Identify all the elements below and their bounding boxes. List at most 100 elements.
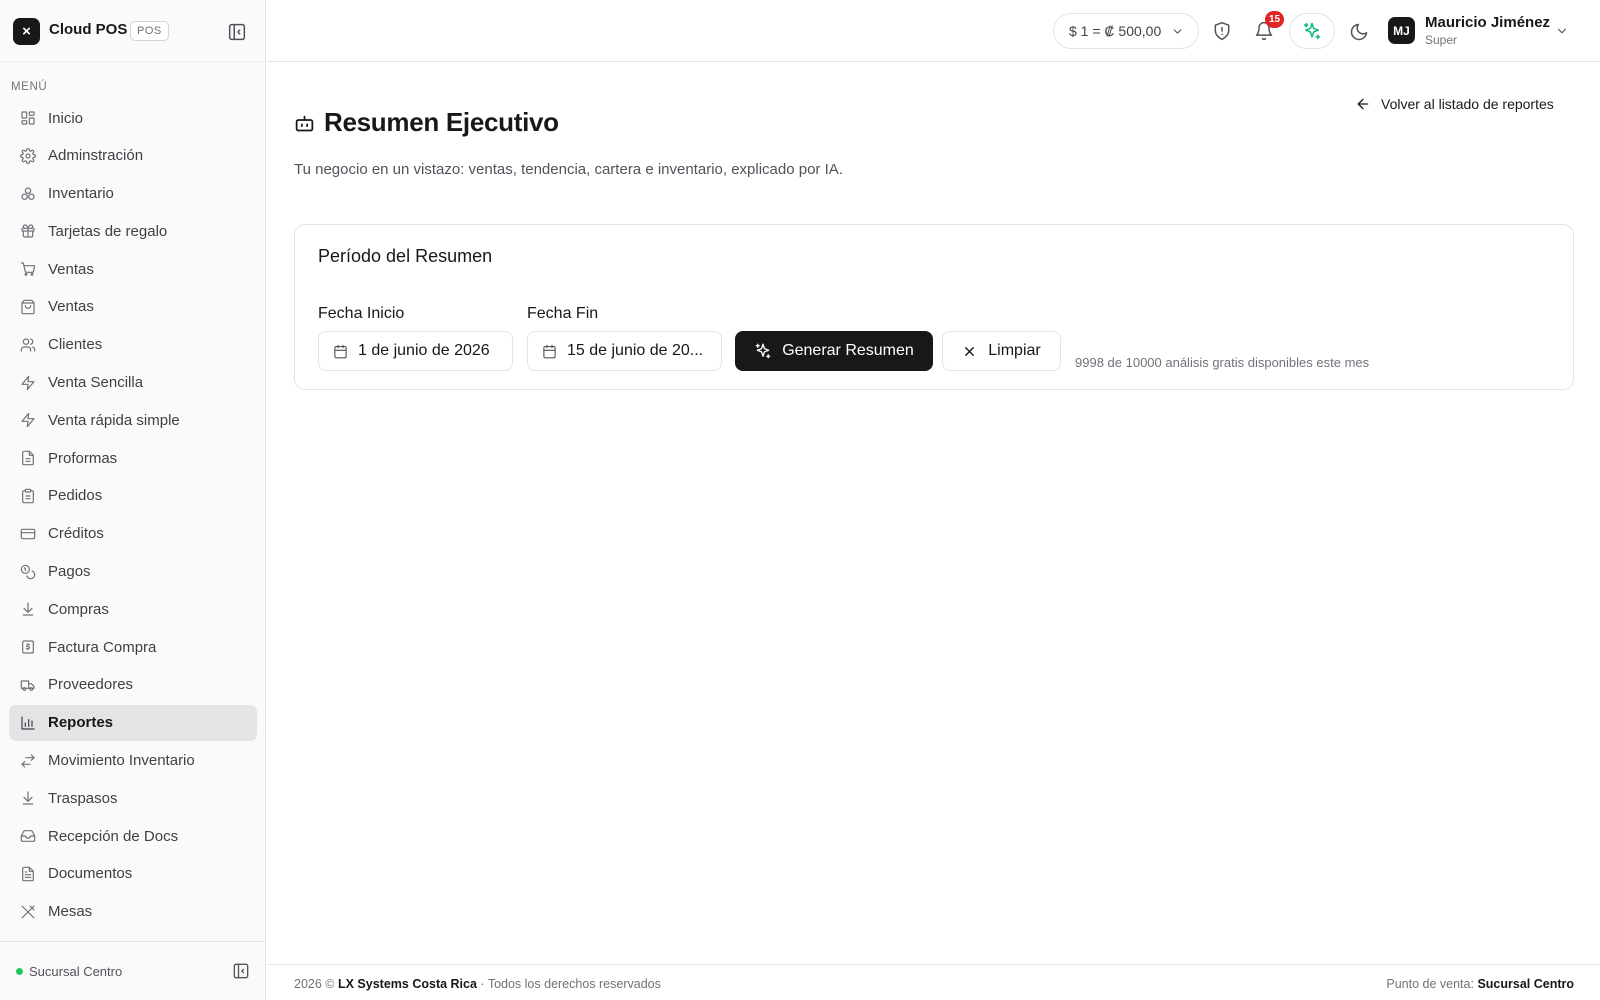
inbox-icon bbox=[20, 830, 36, 843]
sidebar-item-factura-compra[interactable]: Factura Compra bbox=[9, 629, 257, 665]
top-bar: $ 1 = ₡ 500,00 15 MJ Mauricio Jiménez Su… bbox=[267, 0, 1600, 62]
sidebar-item-label: Inventario bbox=[48, 185, 114, 203]
sidebar-item-label: Mesas bbox=[48, 903, 93, 921]
sidebar-footer: Sucursal Centro bbox=[0, 941, 266, 1000]
sidebar-item-venta-sencilla[interactable]: Venta Sencilla bbox=[9, 365, 257, 401]
sidebar-toggle-icon[interactable] bbox=[226, 21, 248, 43]
boxes-icon bbox=[21, 186, 35, 200]
avatar[interactable]: MJ bbox=[1388, 17, 1415, 44]
analysis-quota-text: 9998 de 10000 análisis gratis disponible… bbox=[1075, 355, 1370, 370]
ai-assistant-button[interactable] bbox=[1289, 13, 1335, 49]
sidebar-item-label: Ventas bbox=[48, 260, 94, 278]
generate-summary-button[interactable]: Generar Resumen bbox=[735, 331, 933, 371]
truck-icon bbox=[20, 680, 35, 691]
document-icon bbox=[22, 866, 34, 882]
bot-icon bbox=[295, 115, 314, 132]
user-name[interactable]: Mauricio Jiménez bbox=[1425, 14, 1550, 31]
sidebar-item-creditos[interactable]: Créditos bbox=[9, 516, 257, 552]
file-icon bbox=[22, 450, 34, 466]
sidebar-item-label: Adminstración bbox=[48, 147, 144, 165]
card-title: Período del Resumen bbox=[318, 246, 493, 266]
coins-icon bbox=[20, 564, 36, 579]
shield-icon[interactable] bbox=[1212, 21, 1232, 41]
shopping-bag-icon bbox=[21, 299, 35, 315]
users-icon bbox=[20, 338, 36, 352]
sidebar-item-label: Tarjetas de regalo bbox=[48, 222, 168, 240]
sidebar-item-administracion[interactable]: Adminstración bbox=[9, 138, 257, 174]
sidebar-item-reportes[interactable]: Reportes bbox=[9, 704, 257, 741]
receipt-icon bbox=[22, 640, 34, 654]
lightning-icon bbox=[21, 413, 35, 428]
sidebar-item-proformas[interactable]: Proformas bbox=[9, 440, 257, 476]
sidebar-item-label: Proveedores bbox=[48, 676, 134, 694]
close-icon bbox=[965, 346, 975, 356]
footer-pos: Punto de venta: Sucursal Centro bbox=[1386, 977, 1574, 991]
download-icon bbox=[22, 602, 34, 616]
grid-icon bbox=[21, 111, 35, 125]
notification-badge: 15 bbox=[1265, 11, 1285, 28]
end-date-picker[interactable]: 15 de junio de 20... bbox=[527, 331, 722, 371]
chevron-down-icon bbox=[1173, 29, 1182, 34]
branch-name[interactable]: Sucursal Centro bbox=[29, 964, 122, 979]
branch-status-dot bbox=[16, 968, 23, 975]
sidebar-item-proveedores[interactable]: Proveedores bbox=[9, 667, 257, 703]
sidebar-item-label: Pedidos bbox=[48, 487, 103, 505]
sidebar-item-clientes[interactable]: Clientes bbox=[9, 327, 257, 363]
sidebar-item-mesas[interactable]: Mesas bbox=[9, 894, 257, 930]
sidebar-item-tarjetas-regalo[interactable]: Tarjetas de regalo bbox=[9, 213, 257, 249]
credit-card-icon bbox=[20, 528, 36, 540]
end-date-value: 15 de junio de 20... bbox=[567, 342, 704, 359]
start-date-value: 1 de junio de 2026 bbox=[358, 342, 490, 359]
sidebar-item-movimiento-inventario[interactable]: Movimiento Inventario bbox=[9, 743, 257, 779]
sidebar-item-compras[interactable]: Compras bbox=[9, 591, 257, 627]
app-logo[interactable]: × bbox=[13, 18, 40, 45]
sidebar-item-ventas-2[interactable]: Ventas bbox=[9, 289, 257, 325]
page-subtitle: Tu negocio en un vistazo: ventas, tenden… bbox=[294, 161, 843, 178]
sidebar-item-pedidos[interactable]: Pedidos bbox=[9, 478, 257, 514]
sidebar-collapse-icon[interactable] bbox=[231, 961, 251, 981]
clear-label: Limpiar bbox=[988, 342, 1041, 359]
page-title: Resumen Ejecutivo bbox=[324, 107, 559, 137]
menu-label: MENÚ bbox=[11, 81, 48, 93]
lightning-icon bbox=[21, 375, 35, 390]
exchange-rate-value: $ 1 = ₡ 500,00 bbox=[1069, 23, 1162, 39]
summary-period-card: Período del Resumen Fecha Inicio 1 de ju… bbox=[294, 224, 1574, 390]
sidebar-item-inicio[interactable]: Inicio bbox=[9, 100, 257, 136]
sidebar-item-label: Reportes bbox=[48, 714, 114, 732]
footer-company: LX Systems Costa Rica bbox=[337, 977, 477, 991]
sidebar-item-label: Venta Sencilla bbox=[48, 374, 144, 392]
footer-copyright: 2026 © LX Systems Costa Rica · Todos los… bbox=[294, 977, 661, 991]
sidebar-item-traspasos[interactable]: Traspasos bbox=[9, 780, 257, 816]
sidebar-item-venta-rapida[interactable]: Venta rápida simple bbox=[9, 402, 257, 438]
sidebar: × Cloud POS POS MENÚ Inicio Adminstració… bbox=[0, 0, 266, 1000]
arrow-left-icon bbox=[1357, 98, 1369, 110]
user-role: Super bbox=[1425, 33, 1458, 47]
start-date-picker[interactable]: 1 de junio de 2026 bbox=[318, 331, 513, 371]
sidebar-item-label: Ventas bbox=[48, 298, 94, 316]
clear-button[interactable]: Limpiar bbox=[942, 331, 1061, 371]
back-to-reports-link[interactable]: Volver al listado de reportes bbox=[1355, 96, 1554, 112]
sidebar-item-label: Traspasos bbox=[48, 789, 118, 807]
sidebar-item-pagos[interactable]: Pagos bbox=[9, 554, 257, 590]
sidebar-item-ventas[interactable]: Ventas bbox=[9, 251, 257, 287]
cart-icon bbox=[20, 262, 36, 276]
gear-icon bbox=[20, 147, 36, 164]
footer-year: 2026 © bbox=[294, 977, 335, 991]
sidebar-item-inventario[interactable]: Inventario bbox=[9, 176, 257, 212]
sidebar-item-recepcion-docs[interactable]: Recepción de Docs bbox=[9, 818, 257, 854]
sidebar-item-label: Venta rápida simple bbox=[48, 411, 180, 429]
sparkles-icon bbox=[1303, 22, 1321, 40]
sidebar-header: × Cloud POS POS bbox=[0, 0, 266, 62]
sidebar-item-documentos[interactable]: Documentos bbox=[9, 856, 257, 892]
chevron-down-icon[interactable] bbox=[1555, 24, 1569, 38]
sidebar-item-label: Proformas bbox=[48, 449, 118, 467]
moon-icon[interactable] bbox=[1349, 22, 1369, 42]
footer-pos-label: Punto de venta: bbox=[1386, 977, 1474, 991]
calendar-icon bbox=[543, 344, 556, 358]
sidebar-nav: Inicio Adminstración Inventario Tarjetas… bbox=[9, 100, 257, 932]
exchange-rate-selector[interactable]: $ 1 = ₡ 500,00 bbox=[1053, 13, 1199, 49]
utensils-icon bbox=[21, 905, 35, 919]
footer-pos-value: Sucursal Centro bbox=[1477, 977, 1574, 991]
download-icon bbox=[22, 791, 34, 805]
page-footer: 2026 © LX Systems Costa Rica · Todos los… bbox=[267, 964, 1600, 1000]
